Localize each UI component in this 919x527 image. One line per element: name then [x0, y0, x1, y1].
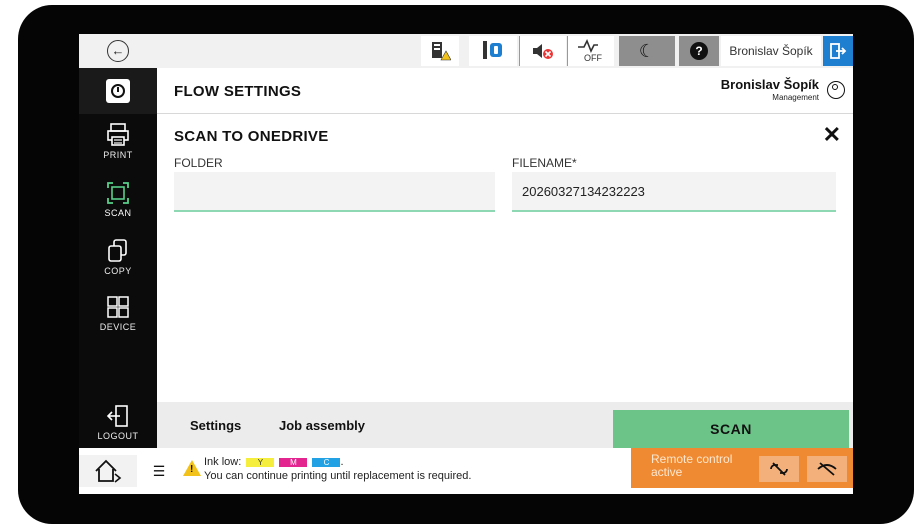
- svg-text:OFF: OFF: [584, 53, 602, 63]
- sidebar-item-copy[interactable]: COPY: [79, 238, 157, 294]
- folder-input[interactable]: [174, 172, 495, 212]
- job-queue-icon[interactable]: ☰: [139, 455, 179, 487]
- warning-mark: !: [190, 464, 194, 475]
- help-icon: ?: [690, 42, 708, 60]
- sidebar: PRINT SCAN COPY DEVICE LOGOUT: [79, 68, 157, 448]
- filename-label: FILENAME*: [512, 156, 577, 170]
- sidebar-item-logout[interactable]: LOGOUT: [79, 403, 157, 453]
- printer-icon: [107, 123, 129, 146]
- remote-control-label: Remote control active: [651, 452, 733, 479]
- remote-control-banner: Remote control active: [631, 448, 853, 488]
- status-footer: ☰ ! Ink low: Y M C. You can continue pri…: [79, 448, 853, 494]
- help-button[interactable]: ?: [679, 36, 719, 66]
- sidebar-item-label: DEVICE: [99, 322, 137, 332]
- ink-low-message: You can continue printing until replacem…: [204, 470, 472, 482]
- filename-input[interactable]: [512, 172, 836, 212]
- ink-low-suffix: .: [340, 456, 344, 468]
- page-title: FLOW SETTINGS: [174, 83, 302, 100]
- sidebar-item-label: COPY: [104, 266, 132, 276]
- link-off-icon: [770, 462, 788, 476]
- sidebar-item-scan[interactable]: SCAN: [79, 180, 157, 236]
- back-button[interactable]: ←: [107, 40, 129, 62]
- ink-low-prefix: Ink low:: [204, 456, 242, 468]
- topbar-user-name[interactable]: Bronislav Šopík: [721, 36, 821, 66]
- sound-muted-icon[interactable]: [519, 36, 566, 66]
- sidebar-item-label: SCAN: [104, 208, 132, 218]
- ink-chip-yellow: Y: [246, 457, 275, 467]
- app-logo[interactable]: [79, 68, 157, 114]
- ink-chip-cyan: C: [312, 457, 341, 467]
- toner-warning-icon[interactable]: [421, 36, 459, 66]
- sidebar-item-label: PRINT: [103, 150, 133, 160]
- eye-off-icon: [817, 462, 837, 476]
- remote-disconnect-button[interactable]: [759, 456, 799, 482]
- device-grid-icon: [107, 296, 129, 318]
- header-user-name: Bronislav Šopík: [720, 77, 819, 92]
- action-bar: Settings Job assembly SCAN: [157, 402, 853, 448]
- home-button[interactable]: [79, 455, 137, 487]
- status-bar: ← OFF ☾ ? Bronislav Šopík: [79, 34, 853, 68]
- close-icon[interactable]: ✕: [823, 124, 841, 146]
- eco-off-icon[interactable]: OFF: [567, 36, 614, 66]
- remote-visibility-button[interactable]: [807, 456, 847, 482]
- info-usb-icon[interactable]: [469, 36, 517, 66]
- ink-low-line: Ink low: Y M C.: [204, 456, 344, 468]
- device-screen: ← OFF ☾ ? Bronislav Šopík PRINT SCAN COP…: [79, 34, 853, 494]
- page-header: FLOW SETTINGS Bronislav Šopík Management: [157, 68, 853, 114]
- sidebar-logout-label: LOGOUT: [97, 431, 139, 441]
- tab-job-assembly[interactable]: Job assembly: [279, 418, 365, 433]
- copy-icon: [108, 239, 127, 262]
- scan-button[interactable]: SCAN: [613, 410, 849, 448]
- header-user-role: Management: [772, 93, 819, 102]
- tab-settings[interactable]: Settings: [190, 418, 241, 433]
- sidebar-item-print[interactable]: PRINT: [79, 122, 157, 178]
- logout-door-icon: [106, 405, 128, 427]
- home-icon: [95, 459, 122, 483]
- sleep-moon-button[interactable]: ☾: [619, 36, 675, 66]
- logout-arrow-icon[interactable]: [823, 36, 853, 66]
- user-avatar-icon[interactable]: [827, 81, 845, 99]
- folder-label: FOLDER: [174, 156, 223, 170]
- scan-frame-icon: [107, 182, 129, 204]
- scan-form-panel: SCAN TO ONEDRIVE ✕ FOLDER FILENAME*: [157, 114, 853, 402]
- ink-chip-magenta: M: [279, 457, 308, 467]
- clock-logo-icon: [106, 79, 130, 103]
- panel-title: SCAN TO ONEDRIVE: [174, 128, 329, 145]
- sidebar-item-device[interactable]: DEVICE: [79, 294, 157, 350]
